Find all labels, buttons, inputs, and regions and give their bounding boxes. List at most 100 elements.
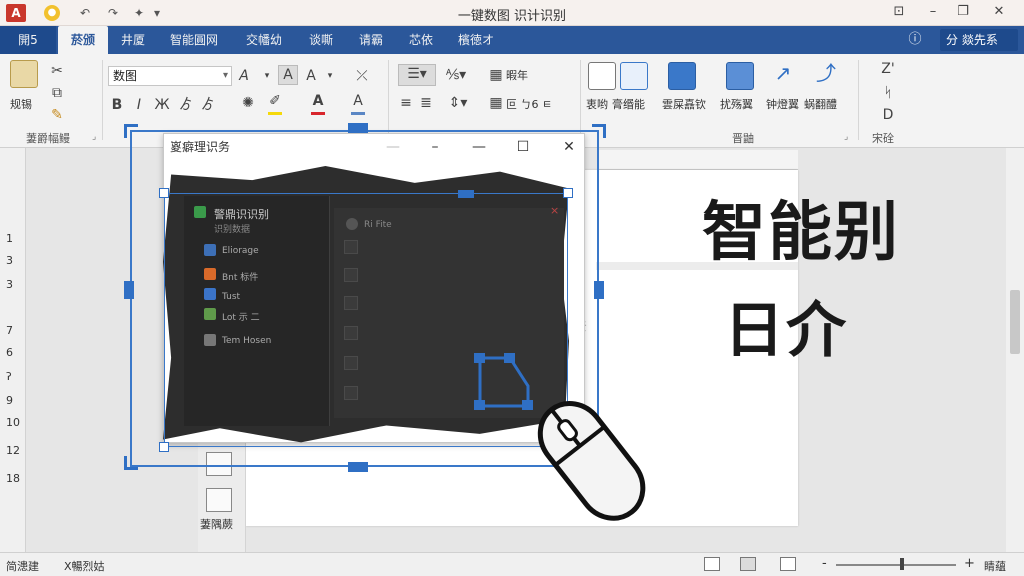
align-center-icon[interactable]: ≣ (418, 94, 434, 112)
line-spacing-icon[interactable]: ⇕▾ (446, 94, 470, 112)
font-name-select[interactable]: 数图 (108, 66, 232, 86)
tab-home[interactable]: 菸颁 (58, 26, 108, 54)
zoom-in-button[interactable]: + (964, 556, 975, 571)
scrollbar-thumb[interactable] (1010, 290, 1020, 354)
text-effects-icon[interactable]: ✺ (240, 94, 256, 112)
resize-edge-handle[interactable] (348, 123, 368, 133)
tab-view[interactable]: 檳徳オ (452, 26, 500, 54)
tab-layout[interactable]: 谈嘶 (300, 26, 342, 54)
select-button[interactable]: ᗞ (868, 106, 908, 124)
zoom-slider[interactable] (836, 564, 956, 566)
format-painter-icon[interactable]: ✎ (48, 106, 66, 124)
restore-icon[interactable]: ❐ (952, 2, 974, 22)
horizontal-ruler (598, 150, 798, 170)
ruler-number: 1 (6, 232, 13, 245)
font-size-dropdown-icon[interactable]: ▾ (262, 67, 272, 85)
resize-edge-handle[interactable] (594, 281, 604, 299)
web-layout-icon[interactable] (780, 557, 796, 571)
resize-edge-handle[interactable] (124, 281, 134, 299)
style-btn1[interactable]: 衷哟 (586, 96, 608, 112)
font-size-icon[interactable]: A (236, 67, 252, 85)
resize-corner-handle[interactable] (124, 124, 138, 138)
tab-review[interactable]: 芯依 (400, 26, 442, 54)
paste-label[interactable]: 规锡 (10, 96, 32, 112)
subscript-button[interactable]: ゟ (178, 96, 194, 114)
font-color-icon[interactable]: A (310, 92, 326, 110)
style-table-icon[interactable] (620, 62, 648, 90)
ruler-number: 7 (6, 324, 13, 337)
style-draw-icon[interactable]: ⤴ (812, 63, 840, 83)
style-grid-icon[interactable] (588, 62, 616, 90)
highlight-icon[interactable]: ✐ (266, 92, 284, 110)
crop-handle[interactable] (159, 188, 169, 198)
tell-me-button[interactable]: 分 燚先系 (940, 29, 1018, 51)
zoom-slider-thumb[interactable] (900, 558, 904, 570)
paste-icon[interactable] (10, 60, 38, 88)
italic-button[interactable]: I (132, 96, 146, 114)
crop-handle[interactable] (159, 442, 169, 452)
numbering-icon[interactable]: ⅍▾ (442, 66, 470, 84)
style-btn6[interactable]: 蜗翻醴 (804, 96, 837, 112)
tab-insert[interactable]: 井厦 (112, 26, 154, 54)
paragraph-row2-label[interactable]: 叵 ㄅ6 ㅌ (506, 96, 552, 112)
status-page[interactable]: 简漶建 (6, 558, 39, 574)
status-words[interactable]: X暢烈姑 (64, 558, 105, 574)
document-heading-line2: 日介 (724, 296, 848, 366)
crop-edge-handle[interactable] (458, 190, 474, 198)
group-divider (102, 60, 103, 140)
tab-design[interactable]: 交幡幼 (238, 26, 290, 54)
resize-corner-handle[interactable] (124, 456, 138, 470)
style-btn3[interactable]: 雲屎嚞钦 (662, 96, 706, 112)
page-icon[interactable] (206, 488, 232, 512)
superscript-button[interactable]: ゟ (200, 96, 216, 114)
style-pen-icon[interactable] (726, 62, 754, 90)
vertical-ruler: 1 3 3 7 6 ʔ 9 10 12 18 (0, 148, 26, 552)
style-btn2[interactable]: 膏缗能 (612, 96, 645, 112)
resize-edge-handle[interactable] (348, 462, 368, 472)
grow-font-icon[interactable]: A (278, 65, 298, 85)
tab-file[interactable]: 開5 (0, 26, 56, 54)
clear-format-icon[interactable]: ⤫ (352, 67, 372, 85)
clipboard-launcher-icon[interactable]: ⌟ (92, 132, 96, 142)
editing-group-label: 宋硂 (872, 132, 894, 145)
bullets-icon[interactable]: ☰▾ (398, 64, 436, 86)
ruler-number: 3 (6, 278, 13, 291)
zoom-level-label[interactable]: 睛蘊 (984, 558, 1006, 574)
shading-icon[interactable]: A (350, 92, 366, 110)
table-icon[interactable]: ▦ (488, 66, 504, 84)
style-btn4[interactable]: 扰殇翼 (720, 96, 753, 112)
mouse-icon (537, 401, 646, 521)
ribbon-options-icon[interactable]: ⊡ (888, 2, 910, 22)
shrink-font-icon[interactable]: A (304, 67, 318, 85)
ruler-number: 9 (6, 394, 13, 407)
ruler-number: 18 (6, 472, 20, 485)
title-bar: A ● ↶ ↷ ✦ ▾ 一键数图 识计识别 ⊡ – ❐ ✕ (0, 0, 1024, 26)
dropdown-icon[interactable]: ▾ (324, 67, 336, 85)
find-button[interactable]: Z' (868, 60, 908, 78)
zoom-out-button[interactable]: - (822, 556, 827, 571)
cut-icon[interactable]: ✂ (48, 62, 66, 80)
styles-launcher-icon[interactable]: ⌟ (844, 132, 848, 142)
align-left-icon[interactable]: ≡ (398, 94, 414, 112)
style-arrow-icon[interactable]: ↗ (768, 63, 798, 83)
tab-references[interactable]: 请霸 (350, 26, 392, 54)
group-divider (858, 60, 859, 140)
crop-handle[interactable] (563, 188, 573, 198)
style-btn5[interactable]: 钟燈翼 (766, 96, 799, 112)
resize-corner-handle[interactable] (592, 124, 606, 138)
copy-icon[interactable]: ⧉ (48, 84, 66, 102)
minimize-icon[interactable]: – (922, 2, 944, 22)
print-layout-icon[interactable] (740, 557, 756, 571)
group-divider (388, 60, 389, 140)
help-icon[interactable]: ⓘ (904, 29, 926, 51)
style-color-icon[interactable] (668, 62, 696, 90)
borders-icon[interactable]: ▦ (488, 94, 504, 112)
strikethrough-button[interactable]: Ж (154, 96, 170, 114)
paragraph-row1-label[interactable]: 暇年 (506, 67, 528, 83)
replace-button[interactable]: ᛋ (868, 84, 908, 102)
close-icon[interactable]: ✕ (988, 2, 1010, 22)
read-mode-icon[interactable] (704, 557, 720, 571)
bold-button[interactable]: B (110, 96, 124, 114)
ribbon-tabs: 開5 菸颁 井厦 智能圓网 交幡幼 谈嘶 请霸 芯依 檳徳オ ⓘ 分 燚先系 (0, 26, 1024, 54)
tab-smart[interactable]: 智能圓网 (164, 26, 224, 54)
